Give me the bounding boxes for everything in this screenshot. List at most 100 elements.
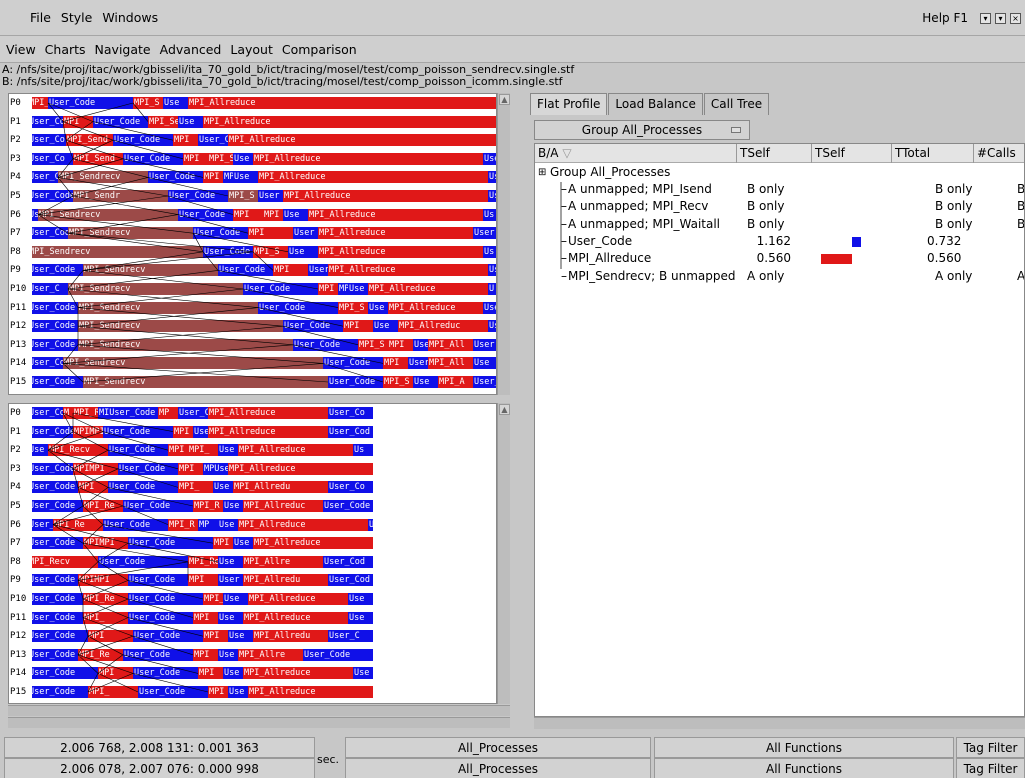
event-segment[interactable]: MPI_All [428, 338, 473, 351]
process-row[interactable]: P15 User_Code MPI_Sendrecv User_Code MPI_S Us… [9, 375, 496, 389]
event-segment[interactable]: MPI_ [83, 611, 128, 624]
function-filter-a[interactable]: All Functions [654, 737, 954, 758]
group-select[interactable]: Group All_Processes [534, 120, 750, 140]
process-row[interactable]: P11 User_Code MPI_Sendrecv User_Code MPI_S Us… [9, 300, 496, 315]
event-segment[interactable]: MPI_Sendr [73, 190, 168, 202]
event-segment[interactable]: User_Code [123, 152, 183, 165]
event-segment[interactable]: Us [483, 245, 496, 258]
event-segment[interactable]: MPI_Allreduce [308, 208, 483, 221]
event-segment[interactable]: MPI_Sendrecv [68, 283, 243, 295]
profile-row[interactable]: – A unmapped; MPI_Waitall B only B only B [535, 216, 1024, 233]
time-range-a[interactable]: 2.006 768, 2.008 131: 0.001 363 [4, 737, 315, 758]
menu-view[interactable]: View [6, 42, 36, 57]
event-segment[interactable]: MPI_Re [78, 648, 123, 661]
event-segment[interactable]: User_Code [28, 481, 78, 494]
event-segment[interactable]: User_Code [28, 648, 78, 661]
process-row[interactable]: P0MPI_SendUser_CodeMPI_SUseMPI_Allreduce [9, 96, 496, 110]
event-segment[interactable]: Use [348, 283, 368, 295]
event-segment[interactable]: User_Co [28, 152, 73, 165]
profile-row[interactable]: – User_Code 1.162 0.732 [535, 233, 1024, 250]
event-segment[interactable]: MPI [193, 648, 218, 661]
event-segment[interactable]: MPI_Allreduce [228, 134, 496, 147]
event-segment[interactable]: MPI_Allreduce [283, 190, 488, 202]
timeline-b-scrollbar[interactable]: ▲ [497, 403, 510, 704]
event-segment[interactable]: MPI_ [203, 593, 223, 605]
event-segment[interactable]: User_Code [28, 630, 88, 643]
event-segment[interactable]: MPI_Allreduce [188, 97, 496, 109]
event-segment[interactable]: MPI_Sendrecv [78, 338, 293, 351]
event-segment[interactable]: MPI_R [193, 500, 223, 512]
event-segment[interactable]: Use [213, 481, 233, 494]
event-segment[interactable]: User_Code [328, 376, 383, 388]
event-segment[interactable]: MPI_S [208, 152, 233, 165]
process-row[interactable]: P14 User_Code MPI User_Code MPI Use MPI_Allred… [9, 666, 496, 681]
event-segment[interactable]: User_Code [113, 134, 173, 147]
event-segment[interactable]: User_C [28, 283, 68, 295]
event-segment[interactable]: MPI_Send [73, 152, 123, 165]
event-segment[interactable]: MPI_Allreduce [203, 115, 496, 128]
event-segment[interactable]: Use [218, 648, 238, 661]
event-segment[interactable]: MPI_Allreduce [328, 264, 488, 277]
event-timeline-b[interactable]: P0User_CodeMMPI_RMIUser_CodeMPUser_CMPI_… [8, 403, 497, 704]
profile-row[interactable]: – A unmapped; MPI_Recv B only B only B [535, 198, 1024, 215]
process-row[interactable]: P7User_CodeMPI_SendrecvUser_CodeMPIUserM… [9, 226, 496, 241]
event-segment[interactable]: User_Code [118, 462, 178, 475]
process-row[interactable]: P8MPI_RecvUser_CodeMPI_RecUseMPI_AllreUs… [9, 554, 496, 569]
event-segment[interactable]: MPI_R [168, 518, 198, 531]
event-segment[interactable]: User_Co [28, 134, 66, 147]
event-segment[interactable]: U [368, 518, 373, 531]
event-segment[interactable]: User_Code [108, 481, 178, 494]
event-segment[interactable]: MPI_Recv [48, 444, 108, 457]
event-segment[interactable]: MPI [98, 667, 133, 680]
process-row[interactable]: P15 User_Code MPI_ User_Code MPI Use MPI_Allre… [9, 685, 496, 699]
event-segment[interactable]: User_C [473, 376, 496, 388]
event-segment[interactable]: User_C [28, 171, 58, 184]
event-segment[interactable]: Us [488, 171, 496, 184]
col-tself-value[interactable]: TSelf [737, 144, 812, 163]
event-segment[interactable]: MPI [198, 667, 223, 680]
event-segment[interactable]: User_Code [93, 115, 148, 128]
event-segment[interactable]: MPI [88, 630, 133, 643]
event-segment[interactable]: User_Code [28, 462, 73, 475]
event-segment[interactable]: User_Code [108, 444, 168, 457]
menu-navigate[interactable]: Navigate [95, 42, 151, 57]
event-segment[interactable]: Use [373, 320, 398, 333]
event-segment[interactable]: Use [223, 593, 248, 605]
event-segment[interactable]: MPI_Allreduce [248, 593, 348, 605]
restore-icon[interactable]: ▾ [995, 12, 1006, 24]
event-segment[interactable]: MPI [208, 686, 228, 698]
event-segment[interactable]: MPI [203, 171, 223, 184]
event-segment[interactable]: Use [218, 611, 243, 624]
event-segment[interactable]: User_C [178, 407, 208, 419]
event-segment[interactable]: User_Code [28, 376, 83, 388]
event-segment[interactable]: MPI_Allreduce [253, 537, 373, 550]
event-segment[interactable]: User_Code [28, 667, 98, 680]
tag-filter-b[interactable]: Tag Filter [956, 758, 1025, 778]
event-segment[interactable]: MPI_Sendrecv [68, 227, 193, 240]
scroll-up-icon[interactable]: ▲ [499, 94, 510, 105]
event-segment[interactable]: Use [218, 444, 238, 457]
event-segment[interactable]: MPI_Allreduce [208, 425, 328, 438]
process-row[interactable]: P2 User_Co MPI_Send User_Code MPI User_C MPI_A… [9, 133, 496, 148]
event-segment[interactable]: MPI_Allreduce [243, 667, 353, 680]
event-segment[interactable]: MPIMPI [73, 425, 103, 438]
event-segment[interactable]: User_Code [28, 407, 63, 419]
menu-windows[interactable]: Windows [102, 10, 158, 25]
process-row[interactable]: P6User_CMPI_ReUser_CodeMPI_RMPUseMPI_All… [9, 517, 496, 532]
event-segment[interactable]: U [488, 283, 496, 295]
event-segment[interactable]: MPI_Allredu [253, 630, 328, 643]
event-segment[interactable]: User_Cod [328, 425, 373, 438]
event-segment[interactable]: User_Code [323, 500, 373, 512]
event-segment[interactable]: MPI_ [188, 444, 218, 457]
event-segment[interactable]: User_Code [203, 245, 253, 258]
event-segment[interactable]: Use [348, 593, 373, 605]
event-segment[interactable]: User [293, 227, 318, 240]
event-segment[interactable]: Use [228, 686, 248, 698]
event-segment[interactable]: User_Code [323, 357, 383, 370]
event-segment[interactable]: MPUse [203, 462, 228, 475]
event-segment[interactable]: User_Co [328, 407, 373, 419]
event-segment[interactable]: User_Code [128, 593, 203, 605]
menu-style[interactable]: Style [61, 10, 92, 25]
event-segment[interactable]: MPI_Send [66, 134, 113, 147]
event-segment[interactable]: Use [283, 208, 308, 221]
